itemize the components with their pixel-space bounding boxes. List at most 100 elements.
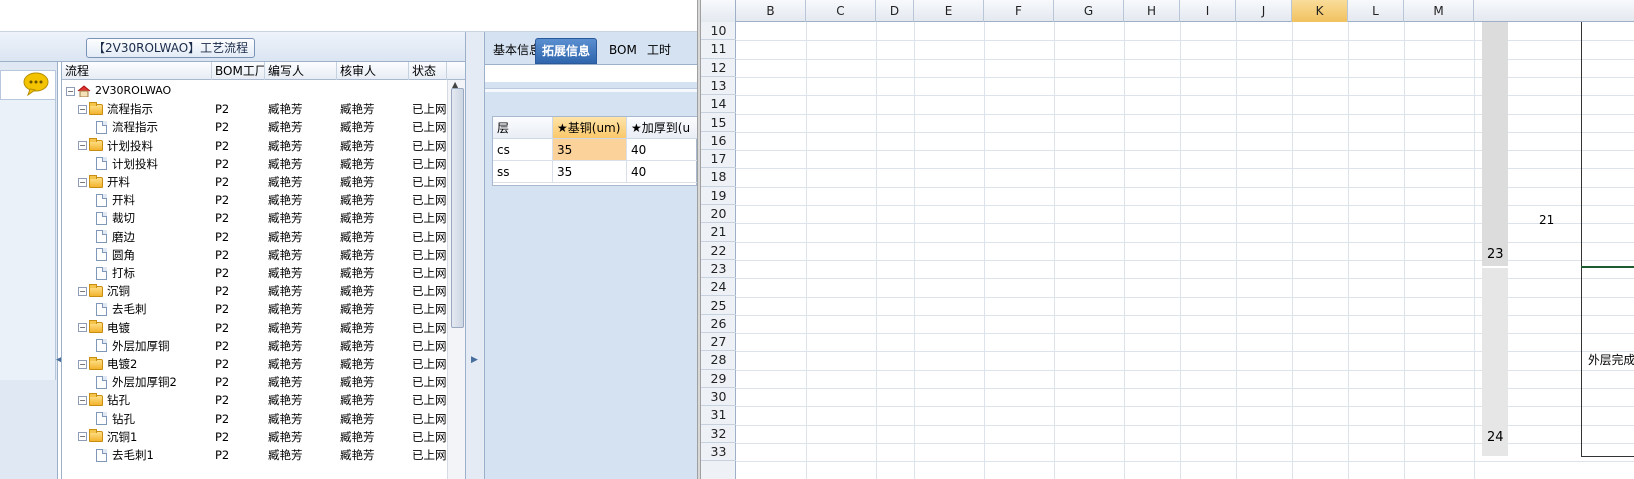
- col-header-bom-factory[interactable]: BOM工厂: [212, 62, 265, 80]
- row-header[interactable]: 12: [701, 59, 736, 77]
- tree-row[interactable]: − 电镀 P2 臧艳芳 臧艳芳 已上网: [62, 319, 447, 337]
- grid-header-layer[interactable]: 层: [493, 117, 553, 139]
- col-header-author[interactable]: 编写人: [265, 62, 337, 80]
- row-header[interactable]: 11: [701, 40, 736, 59]
- column-header[interactable]: H: [1124, 0, 1180, 22]
- tree-row[interactable]: 磨边 P2 臧艳芳 臧艳芳 已上网: [62, 228, 447, 246]
- tab-work-hours[interactable]: 工时: [641, 38, 677, 64]
- panel-splitter[interactable]: [465, 32, 485, 479]
- row-header[interactable]: 32: [701, 425, 736, 443]
- row-header[interactable]: 27: [701, 333, 736, 352]
- grid-cell-base-copper[interactable]: 35: [553, 139, 627, 161]
- row-header[interactable]: 17: [701, 150, 736, 169]
- tree-row[interactable]: 打标 P2 臧艳芳 臧艳芳 已上网: [62, 264, 447, 282]
- row-header[interactable]: 18: [701, 168, 736, 187]
- tree-row[interactable]: 计划投料 P2 臧艳芳 臧艳芳 已上网: [62, 155, 447, 173]
- tab-bom[interactable]: BOM: [603, 38, 643, 64]
- collapse-toggle-icon[interactable]: −: [66, 86, 75, 96]
- collapse-toggle-icon[interactable]: −: [78, 177, 87, 187]
- row-header[interactable]: 22: [701, 242, 736, 260]
- row-header[interactable]: 20: [701, 205, 736, 224]
- row-header[interactable]: 24: [701, 278, 736, 297]
- col-header-status[interactable]: 状态: [409, 62, 447, 80]
- merged-cell-c-lower[interactable]: [1482, 268, 1508, 456]
- cell-c-upper-value[interactable]: 23: [1487, 247, 1504, 262]
- column-header[interactable]: K: [1292, 0, 1348, 22]
- grid-cell-thicken-to[interactable]: 40: [627, 161, 697, 183]
- document-icon: [96, 230, 107, 244]
- column-header[interactable]: L: [1348, 0, 1404, 22]
- tree-row[interactable]: − 流程指示 P2 臧艳芳 臧艳芳 已上网: [62, 100, 447, 118]
- collapse-toggle-icon[interactable]: −: [78, 104, 87, 114]
- tree-row[interactable]: 外层加厚铜2 P2 臧艳芳 臧艳芳 已上网: [62, 373, 447, 391]
- row-header[interactable]: 14: [701, 95, 736, 114]
- tab-extended-info[interactable]: 拓展信息: [535, 38, 598, 64]
- column-header[interactable]: C: [806, 0, 876, 22]
- tree-row[interactable]: 裁切 P2 臧艳芳 臧艳芳 已上网: [62, 209, 447, 227]
- grid-cell-layer[interactable]: cs: [493, 139, 553, 161]
- collapse-right-arrow-icon[interactable]: ▶: [471, 355, 478, 365]
- tree-row[interactable]: 外层加厚铜 P2 臧艳芳 臧艳芳 已上网: [62, 337, 447, 355]
- grid-header-thicken-to[interactable]: ★加厚到(u: [627, 117, 697, 139]
- tree-root-row[interactable]: − 2V30ROLWAO: [62, 82, 447, 100]
- collapse-toggle-icon[interactable]: −: [78, 432, 87, 442]
- scrollbar-thumb[interactable]: [451, 88, 464, 328]
- tree-row[interactable]: 去毛刺 P2 臧艳芳 臧艳芳 已上网: [62, 300, 447, 318]
- cell-c-lower-value[interactable]: 24: [1487, 430, 1504, 445]
- row-header[interactable]: 33: [701, 443, 736, 462]
- chat-bubble-icon[interactable]: [22, 72, 50, 96]
- column-header[interactable]: D: [876, 0, 914, 22]
- row-header[interactable]: 23: [701, 260, 736, 279]
- row-header[interactable]: 15: [701, 114, 736, 132]
- collapse-toggle-icon[interactable]: −: [78, 359, 87, 369]
- tree-row[interactable]: − 电镀2 P2 臧艳芳 臧艳芳 已上网: [62, 355, 447, 373]
- row-header[interactable]: 10: [701, 22, 736, 41]
- select-all-corner[interactable]: [701, 0, 736, 22]
- row-header[interactable]: 26: [701, 315, 736, 334]
- grid-header-base-copper[interactable]: ★基铜(um): [553, 117, 627, 139]
- row-header[interactable]: 13: [701, 77, 736, 96]
- tree-row[interactable]: 钻孔 P2 臧艳芳 臧艳芳 已上网: [62, 410, 447, 428]
- tree-grid-scrollbar[interactable]: ▲: [447, 80, 466, 479]
- column-header[interactable]: J: [1236, 0, 1292, 22]
- tree-row[interactable]: − 沉铜1 P2 臧艳芳 臧艳芳 已上网: [62, 428, 447, 446]
- grid-cell-base-copper[interactable]: 35: [553, 161, 627, 183]
- column-header[interactable]: M: [1404, 0, 1474, 22]
- row-header[interactable]: 31: [701, 406, 736, 425]
- column-header[interactable]: G: [1054, 0, 1124, 22]
- col-header-reviewer[interactable]: 核审人: [337, 62, 409, 80]
- tree-row[interactable]: 去毛刺1 P2 臧艳芳 臧艳芳 已上网: [62, 446, 447, 464]
- tree-cell-factory: P2: [215, 284, 230, 299]
- row-header[interactable]: 28: [701, 351, 736, 370]
- row-header[interactable]: 29: [701, 370, 736, 388]
- merged-cell-c-upper[interactable]: [1482, 22, 1508, 266]
- collapse-toggle-icon[interactable]: −: [78, 141, 87, 151]
- tree-row[interactable]: − 计划投料 P2 臧艳芳 臧艳芳 已上网: [62, 137, 447, 155]
- collapse-toggle-icon[interactable]: −: [78, 286, 87, 296]
- column-header[interactable]: F: [984, 0, 1054, 22]
- tree-cell-factory: P2: [215, 302, 230, 317]
- tree-row[interactable]: 流程指示 P2 臧艳芳 臧艳芳 已上网: [62, 118, 447, 136]
- tree-row[interactable]: 圆角 P2 臧艳芳 臧艳芳 已上网: [62, 246, 447, 264]
- row-header[interactable]: 30: [701, 388, 736, 407]
- column-header[interactable]: E: [914, 0, 984, 22]
- tree-grid-body: − 2V30ROLWAO − 流程指示 P2 臧艳芳 臧艳芳 已上网 流程指示 P2 臧艳芳 臧艳…: [62, 80, 447, 479]
- col-header-process[interactable]: 流程: [62, 62, 212, 80]
- grid-cell-thicken-to[interactable]: 40: [627, 139, 697, 161]
- cell-e-lower-value[interactable]: 外层完成铜厚：1OZ完成最小20Z: [1588, 352, 1634, 369]
- grid-cell-layer[interactable]: ss: [493, 161, 553, 183]
- row-header[interactable]: 19: [701, 187, 736, 205]
- collapse-toggle-icon[interactable]: −: [78, 323, 87, 333]
- column-header[interactable]: I: [1180, 0, 1236, 22]
- cell-d-upper-value[interactable]: 21: [1539, 213, 1554, 227]
- row-header[interactable]: 16: [701, 132, 736, 151]
- tree-row[interactable]: − 沉铜 P2 臧艳芳 臧艳芳 已上网: [62, 282, 447, 300]
- column-header[interactable]: B: [736, 0, 806, 22]
- collapse-toggle-icon[interactable]: −: [78, 395, 87, 405]
- tree-cell-factory: P2: [215, 138, 230, 153]
- tree-row[interactable]: − 开料 P2 臧艳芳 臧艳芳 已上网: [62, 173, 447, 191]
- row-header[interactable]: 21: [701, 223, 736, 242]
- tree-row[interactable]: − 钻孔 P2 臧艳芳 臧艳芳 已上网: [62, 391, 447, 409]
- row-header[interactable]: 25: [701, 297, 736, 315]
- tree-row[interactable]: 开料 P2 臧艳芳 臧艳芳 已上网: [62, 191, 447, 209]
